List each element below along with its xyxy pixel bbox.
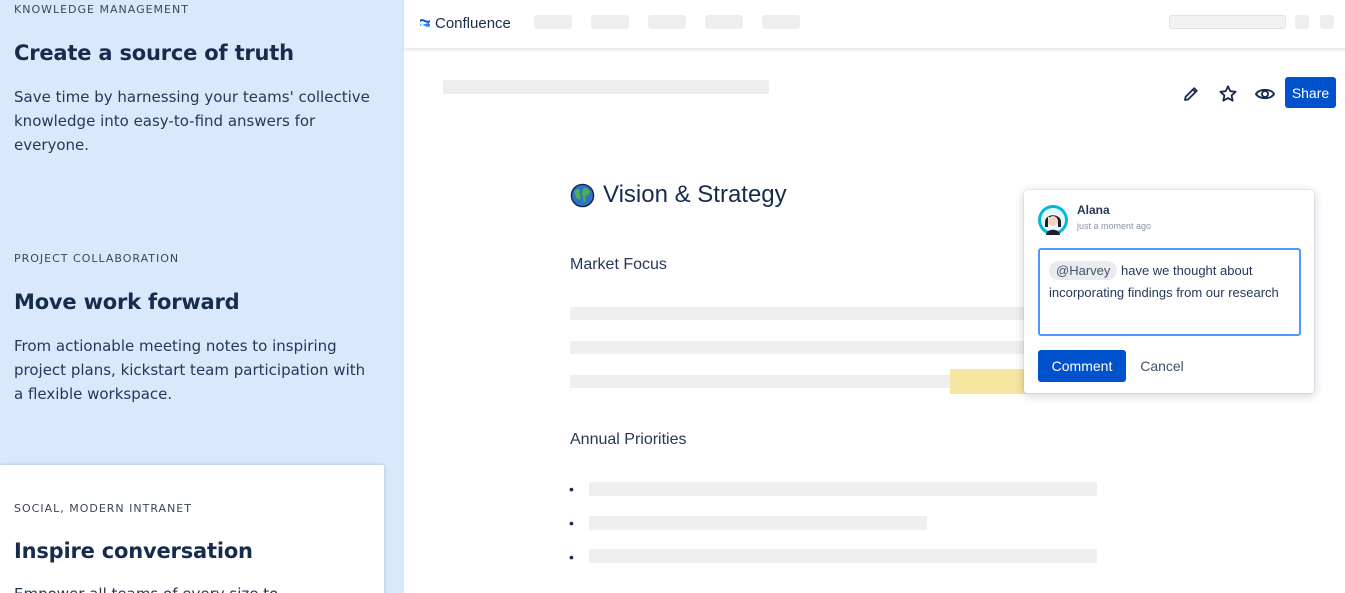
- bullet: •: [569, 481, 574, 497]
- feature-description: Empower all teams of every size to...: [14, 582, 374, 593]
- confluence-logo[interactable]: Confluence: [419, 14, 511, 32]
- feature-eyebrow: PROJECT COLLABORATION: [14, 252, 180, 265]
- feature-tab-social-intranet[interactable]: SOCIAL, MODERN INTRANET Inspire conversa…: [0, 465, 384, 593]
- comment-timestamp: just a moment ago: [1077, 221, 1152, 231]
- comment-editor[interactable]: @Harvey have we thought about incorporat…: [1038, 248, 1301, 336]
- list-placeholder-line: [589, 549, 1097, 563]
- feature-description: From actionable meeting notes to inspiri…: [14, 337, 366, 403]
- nav-icon-placeholder: [1320, 15, 1334, 29]
- feature-tab-knowledge-management[interactable]: KNOWLEDGE MANAGEMENT Create a source of …: [0, 0, 384, 230]
- confluence-preview: Confluence Share Vision & Strategy Marke…: [404, 0, 1345, 593]
- star-icon: [1219, 85, 1237, 102]
- list-placeholder-line: [589, 516, 927, 530]
- comment-submit-button[interactable]: Comment: [1038, 350, 1126, 382]
- watch-button[interactable]: [1254, 83, 1276, 105]
- confluence-logo-icon: [420, 19, 430, 27]
- list-placeholder-line: [589, 482, 1097, 496]
- nav-placeholder: [762, 15, 800, 29]
- search-placeholder: [1169, 15, 1286, 29]
- feature-title: Inspire conversation: [14, 539, 253, 563]
- bullet: •: [569, 549, 574, 565]
- globe-icon: [570, 183, 595, 207]
- eye-icon: [1254, 88, 1276, 100]
- nav-placeholder: [591, 15, 629, 29]
- page-title: Vision & Strategy: [570, 181, 787, 209]
- feature-tab-project-collaboration[interactable]: PROJECT COLLABORATION Move work forward …: [0, 240, 384, 460]
- share-button[interactable]: Share: [1285, 77, 1336, 108]
- comment-author: Alana: [1077, 203, 1110, 217]
- feature-title: Move work forward: [14, 290, 240, 314]
- nav-placeholder: [648, 15, 686, 29]
- text-placeholder-line: [570, 341, 1025, 354]
- top-navigation: Confluence: [404, 0, 1345, 50]
- avatar: [1038, 205, 1068, 235]
- user-mention[interactable]: @Harvey: [1049, 261, 1118, 280]
- feature-eyebrow: SOCIAL, MODERN INTRANET: [14, 502, 192, 515]
- edit-button[interactable]: [1180, 83, 1202, 105]
- comment-highlight[interactable]: [950, 369, 1026, 394]
- nav-icon-placeholder: [1295, 15, 1309, 29]
- screenshot-root: KNOWLEDGE MANAGEMENT Create a source of …: [0, 0, 1345, 593]
- inline-comment-popup: Alana just a moment ago @Harvey have we …: [1024, 190, 1314, 393]
- page-title-text: Vision & Strategy: [603, 181, 787, 208]
- bullet: •: [569, 515, 574, 531]
- star-button[interactable]: [1217, 83, 1239, 105]
- section-heading: Market Focus: [570, 256, 667, 273]
- feature-tabs-panel: KNOWLEDGE MANAGEMENT Create a source of …: [0, 0, 404, 593]
- feature-title: Create a source of truth: [14, 41, 294, 65]
- comment-cancel-button[interactable]: Cancel: [1132, 350, 1192, 382]
- pencil-icon: [1184, 87, 1198, 101]
- text-placeholder-line: [570, 307, 1025, 320]
- section-heading: Annual Priorities: [570, 431, 687, 448]
- feature-description: Save time by harnessing your teams' coll…: [14, 88, 370, 154]
- app-name: Confluence: [435, 14, 511, 32]
- nav-placeholder: [705, 15, 743, 29]
- nav-placeholder: [534, 15, 572, 29]
- feature-eyebrow: KNOWLEDGE MANAGEMENT: [14, 3, 189, 16]
- breadcrumb-placeholder: [443, 80, 769, 94]
